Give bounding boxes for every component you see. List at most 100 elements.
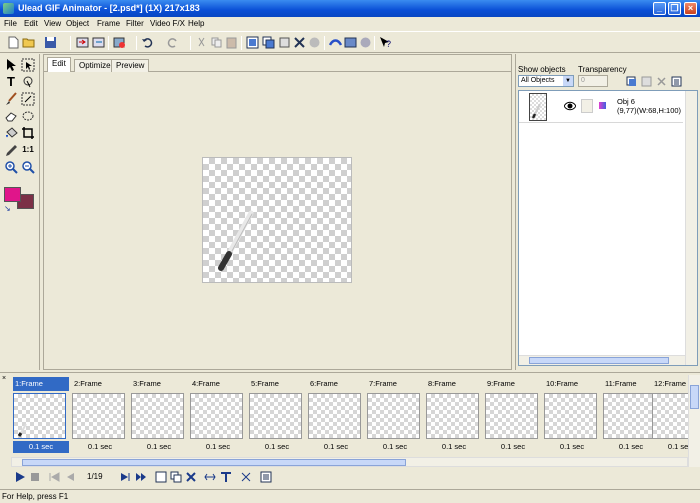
text-tool-icon[interactable]: T [4,75,18,89]
play-icon[interactable] [14,471,26,483]
clone-tool-icon[interactable] [21,92,35,106]
frame-properties-icon[interactable] [278,36,291,49]
menu-object[interactable]: Object [66,19,89,28]
menu-help[interactable]: Help [188,19,204,28]
chevron-down-icon[interactable]: ▼ [563,76,573,86]
tween-frames-icon[interactable] [220,471,232,483]
menu-file[interactable]: File [4,19,17,28]
frame-properties-icon[interactable] [260,471,272,483]
object-list-horizontal-scrollbar[interactable] [519,355,685,365]
redo-icon[interactable] [166,36,179,49]
transparency-input[interactable]: 0 [578,75,608,87]
menu-filter[interactable]: Filter [126,19,144,28]
tween-icon[interactable] [308,36,321,49]
zoom-in-icon[interactable] [4,160,18,174]
object-select-tool-icon[interactable] [21,58,35,72]
what-is-this-help-icon[interactable]: ? [379,36,392,49]
frame-delay[interactable]: 0.1 sec [426,441,482,453]
frame-strip-vertical-scrollbar[interactable] [688,375,700,467]
reverse-frames-icon[interactable] [204,471,216,483]
frame-delay[interactable]: 0.1 sec [308,441,364,453]
frame-panel-close-icon[interactable]: × [2,375,6,382]
copy-icon[interactable] [210,36,223,49]
object-list-item[interactable]: Obj 6 (9,77)(W:68,H:100) [519,91,683,123]
object-lock-toggle[interactable] [581,99,593,113]
frame-delay[interactable]: 0.1 sec [13,441,69,453]
frame-delay[interactable]: 0.1 sec [249,441,305,453]
frame-thumbnail[interactable] [308,393,361,439]
frame-thumbnail[interactable] [249,393,302,439]
close-window-button[interactable]: × [684,2,697,15]
zoom-out-icon[interactable] [21,160,35,174]
paste-icon[interactable] [225,36,238,49]
ellipse-select-tool-icon[interactable] [21,109,35,123]
banner-text-icon[interactable] [240,471,252,483]
frame-3[interactable]: 3:Frame 0.1 sec [129,375,187,455]
last-frame-icon[interactable] [135,471,147,483]
object-delete-icon[interactable] [656,76,667,87]
cut-icon[interactable] [195,36,208,49]
save-icon[interactable] [44,36,57,49]
undo-icon[interactable] [141,36,154,49]
scrollbar-thumb[interactable] [690,385,699,409]
tab-preview[interactable]: Preview [111,59,150,72]
menu-edit[interactable]: Edit [24,19,38,28]
show-objects-select[interactable]: All Objects ▼ [518,75,574,87]
actual-size-tool[interactable]: 1:1 [21,143,35,157]
stop-icon[interactable] [29,471,41,483]
export-icon[interactable] [92,36,105,49]
frame-thumbnail[interactable] [544,393,597,439]
frame-thumbnail[interactable] [603,393,656,439]
web-browser-icon[interactable] [359,36,372,49]
add-image-icon[interactable] [113,36,126,49]
delete-icon[interactable] [293,36,306,49]
scrollbar-thumb[interactable] [529,357,669,364]
frame-delay[interactable]: 0.1 sec [72,441,128,453]
new-file-icon[interactable] [7,36,20,49]
eyedropper-tool-icon[interactable] [4,143,18,157]
minimize-button[interactable]: _ [653,2,666,15]
add-frame-icon[interactable] [246,36,259,49]
menu-video-fx[interactable]: Video F/X [150,19,185,28]
frame-thumbnail[interactable] [190,393,243,439]
frame-8[interactable]: 8:Frame 0.1 sec [424,375,482,455]
frame-delay[interactable]: 0.1 sec [131,441,187,453]
delete-frame-icon[interactable] [185,471,197,483]
import-icon[interactable] [76,36,89,49]
next-frame-icon[interactable] [119,471,131,483]
scrollbar-thumb[interactable] [22,459,406,466]
frame-thumbnail[interactable] [72,393,125,439]
object-duplicate-icon[interactable] [641,76,652,87]
frame-thumbnail[interactable] [131,393,184,439]
menu-frame[interactable]: Frame [97,19,120,28]
image-canvas[interactable] [202,157,352,283]
frame-delay[interactable]: 0.1 sec [367,441,423,453]
lasso-tool-icon[interactable] [21,75,35,89]
frame-9[interactable]: 9:Frame 0.1 sec [483,375,541,455]
menu-view[interactable]: View [44,19,61,28]
foreground-color-swatch[interactable] [4,187,21,202]
frame-6[interactable]: 6:Frame 0.1 sec [306,375,364,455]
tab-edit[interactable]: Edit [47,57,71,72]
add-frame-icon[interactable] [155,471,167,483]
frame-4[interactable]: 4:Frame 0.1 sec [188,375,246,455]
tab-optimize[interactable]: Optimize [74,59,116,72]
brush-tool-icon[interactable] [4,92,18,106]
duplicate-frame-icon[interactable] [262,36,275,49]
object-list[interactable]: Obj 6 (9,77)(W:68,H:100) [518,90,698,366]
restore-button[interactable]: ❐ [668,2,681,15]
brush-object-image[interactable] [203,158,353,284]
first-frame-icon[interactable] [48,471,60,483]
frame-7[interactable]: 7:Frame 0.1 sec [365,375,423,455]
fill-bucket-tool-icon[interactable] [4,126,18,140]
frame-thumbnail[interactable] [367,393,420,439]
object-list-vertical-scrollbar[interactable] [685,91,697,365]
object-merge-icon[interactable] [626,76,637,87]
crop-tool-icon[interactable] [21,126,35,140]
frame-delay[interactable]: 0.1 sec [544,441,600,453]
frame-thumbnail[interactable] [485,393,538,439]
frame-5[interactable]: 5:Frame 0.1 sec [247,375,305,455]
optimize-icon[interactable] [329,36,342,49]
frame-delay[interactable]: 0.1 sec [485,441,541,453]
frame-thumbnail[interactable] [13,393,66,439]
